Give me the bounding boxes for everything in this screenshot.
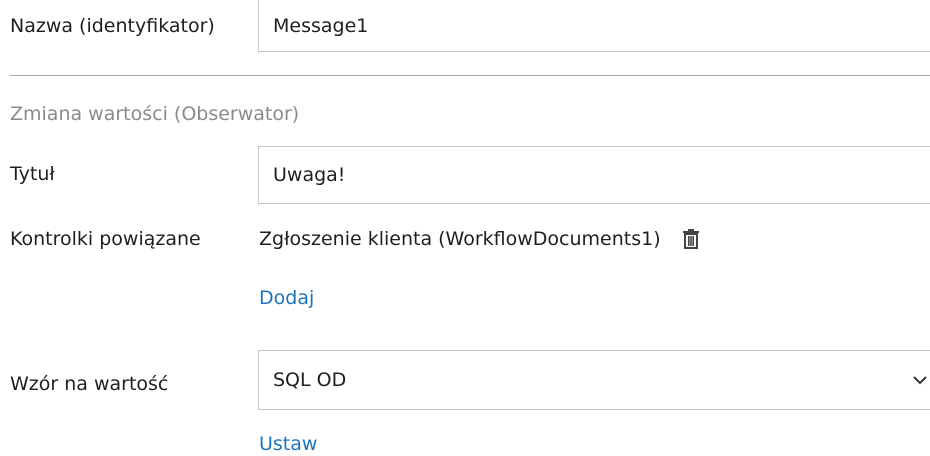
trash-icon[interactable]: [682, 229, 700, 249]
title-label: Tytuł: [10, 163, 55, 185]
title-input-value: Uwaga!: [273, 164, 346, 186]
chevron-down-icon: [913, 376, 927, 385]
section-title: Zmiana wartości (Obserwator): [10, 103, 300, 125]
formula-label: Wzór na wartość: [10, 373, 169, 395]
add-related-control-link[interactable]: Dodaj: [259, 287, 314, 309]
related-control-item: Zgłoszenie klienta (WorkflowDocuments1): [259, 228, 700, 250]
section-divider: [10, 75, 930, 76]
related-controls-label: Kontrolki powiązane: [10, 228, 201, 250]
name-input[interactable]: Message1: [258, 0, 930, 52]
formula-select[interactable]: SQL OD: [258, 350, 930, 410]
title-input[interactable]: Uwaga!: [258, 146, 930, 204]
set-formula-link[interactable]: Ustaw: [259, 433, 317, 455]
name-input-value: Message1: [273, 14, 369, 37]
name-label: Nazwa (identyfikator): [10, 15, 215, 37]
message-properties-panel: Nazwa (identyfikator) Message1 Zmiana wa…: [0, 0, 930, 456]
related-control-name: Zgłoszenie klienta (WorkflowDocuments1): [259, 228, 661, 250]
formula-select-value: SQL OD: [273, 369, 347, 391]
